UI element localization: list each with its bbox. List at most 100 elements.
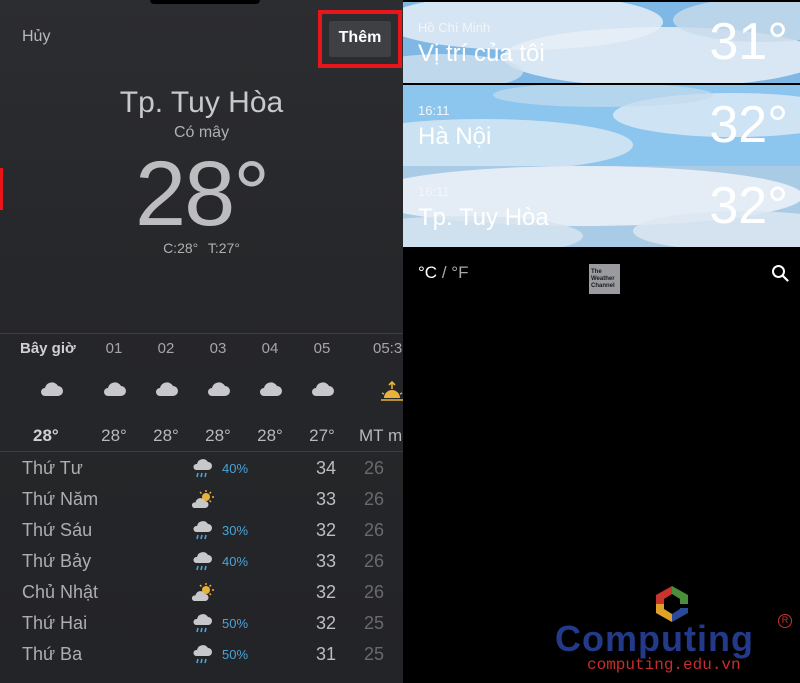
low-temp: 26	[363, 551, 384, 571]
add-button-highlight[interactable]: Thêm	[318, 10, 402, 68]
divider	[0, 333, 403, 334]
hour-label: Bây giờ	[20, 340, 76, 357]
sheet-notch	[150, 0, 260, 4]
rain-icon	[190, 520, 216, 542]
card-city-name: Vị trí của tôi	[418, 40, 545, 67]
precip-chance: 50%	[222, 616, 249, 631]
watermark-url: computing.edu.vn	[587, 656, 741, 674]
svg-text:The: The	[591, 269, 602, 275]
day-name: Chủ Nhật	[22, 582, 99, 602]
registered-mark-icon: R	[778, 614, 792, 628]
hour-label: 02	[157, 340, 175, 357]
city-name: Tp. Tuy Hòa	[119, 86, 284, 119]
card-subtitle: 16:11	[418, 103, 450, 118]
city-card[interactable]: 16:11 Tp. Tuy Hòa 32°	[403, 166, 800, 247]
hour-label: 01	[105, 340, 123, 357]
city-list: Hồ Chí Minh Vị trí của tôi 31° 16:11 Hà …	[403, 0, 800, 683]
svg-text:Channel: Channel	[591, 283, 615, 289]
sun-cloud-icon	[190, 489, 216, 511]
hour-label: 05:3	[373, 340, 403, 357]
fahrenheit-option[interactable]: °F	[451, 263, 468, 282]
cloud-icon	[20, 380, 84, 410]
high-temp: 32	[315, 520, 336, 540]
precip-chance: 50%	[222, 647, 249, 662]
day-name: Thứ Bảy	[22, 551, 92, 571]
unit-separator: /	[441, 263, 447, 282]
cloud-icon	[136, 380, 196, 410]
hour-temp: 28°	[205, 426, 231, 445]
card-subtitle: Hồ Chí Minh	[418, 20, 491, 35]
screen: Hủy Thêm Tp. Tuy Hòa Có mây 28° C:28° T:…	[0, 0, 800, 683]
card-subtitle: 16:11	[418, 184, 450, 199]
high-temp: 34	[315, 458, 336, 478]
daily-row: Chủ Nhật 32 26	[0, 578, 403, 609]
hour-temp: 28°	[153, 426, 179, 445]
hour-temp: 28°	[101, 426, 127, 445]
cloud-icon	[292, 380, 352, 410]
low-temp: 26	[363, 458, 384, 478]
card-temperature: 32°	[709, 177, 788, 235]
high-temp: 32	[315, 613, 336, 633]
low-temp: 26	[363, 489, 384, 509]
daily-row: Thứ Sáu 30% 32 26	[0, 516, 403, 547]
divider	[0, 451, 403, 452]
card-city-name: Tp. Tuy Hòa	[418, 204, 549, 231]
day-name: Thứ Sáu	[22, 520, 93, 540]
day-name: Thứ Tư	[22, 458, 83, 478]
weather-channel-logo[interactable]: The Weather Channel	[589, 264, 620, 294]
card-temperature: 32°	[709, 96, 788, 154]
precip-chance: 40%	[222, 554, 249, 569]
celsius-option[interactable]: °C	[418, 263, 437, 282]
rain-icon	[190, 458, 216, 480]
hour-item: 05 27°	[292, 340, 352, 446]
rain-icon	[190, 551, 216, 573]
city-detail-sheet: Hủy Thêm Tp. Tuy Hòa Có mây 28° C:28° T:…	[0, 0, 403, 683]
cloud-icon	[240, 380, 300, 410]
hour-temp: 28°	[257, 426, 283, 445]
search-icon[interactable]	[771, 264, 789, 282]
hour-item: 04 28°	[240, 340, 300, 446]
hour-label: 03	[209, 340, 227, 357]
daily-row: Thứ Ba 50% 31 25	[0, 640, 403, 671]
hour-temp: MT m	[359, 426, 403, 445]
hour-item: 03 28°	[188, 340, 248, 446]
add-button[interactable]: Thêm	[328, 21, 392, 57]
cloud-icon	[188, 380, 248, 410]
high-temp: 32	[315, 582, 336, 602]
daily-row: Thứ Hai 50% 32 25	[0, 609, 403, 640]
card-city-name: Hà Nội	[418, 123, 492, 150]
hour-label: 04	[261, 340, 279, 357]
low-temp: 26	[363, 582, 384, 602]
city-card[interactable]: 16:11 Hà Nội 32°	[403, 85, 800, 166]
precip-chance: 30%	[222, 523, 249, 538]
day-name: Thứ Ba	[22, 644, 83, 664]
daily-forecast[interactable]: Thứ Tư 40% 34 26 Thứ Năm 33 26 Thứ Sáu 3…	[0, 454, 403, 671]
low-temp: 26	[363, 520, 384, 540]
precip-chance: 40%	[222, 461, 249, 476]
condition-text: Có mây	[173, 124, 230, 141]
high-temp: 33	[315, 551, 336, 571]
hour-item: 01 28°	[84, 340, 144, 446]
hourly-forecast[interactable]: Bây giờ 28° 01 28° 02 28° 03 28° 04 28° …	[0, 340, 403, 450]
hour-label: 05	[313, 340, 331, 357]
cloud-icon	[84, 380, 144, 410]
city-card[interactable]: Hồ Chí Minh Vị trí của tôi 31°	[403, 2, 800, 83]
svg-text:Weather: Weather	[591, 276, 615, 282]
hour-temp: 27°	[309, 426, 335, 445]
hour-item: 05:3 MT m	[357, 340, 403, 446]
rain-icon	[190, 613, 216, 635]
cancel-button[interactable]: Hủy	[22, 28, 50, 46]
daily-row: Thứ Tư 40% 34 26	[0, 454, 403, 485]
hour-item: 02 28°	[136, 340, 196, 446]
day-name: Thứ Năm	[22, 489, 99, 509]
card-temperature: 31°	[709, 13, 788, 71]
daily-row: Thứ Năm 33 26	[0, 485, 403, 516]
sunrise-icon	[357, 380, 403, 410]
rain-icon	[190, 644, 216, 666]
unit-toggle[interactable]: °C / °F	[418, 263, 468, 283]
daily-row: Thứ Bảy 40% 33 26	[0, 547, 403, 578]
low-temp: 25	[363, 644, 384, 664]
watermark-brand: Computing	[555, 618, 754, 659]
day-name: Thứ Hai	[22, 613, 88, 633]
current-temperature: 28°	[134, 143, 270, 245]
